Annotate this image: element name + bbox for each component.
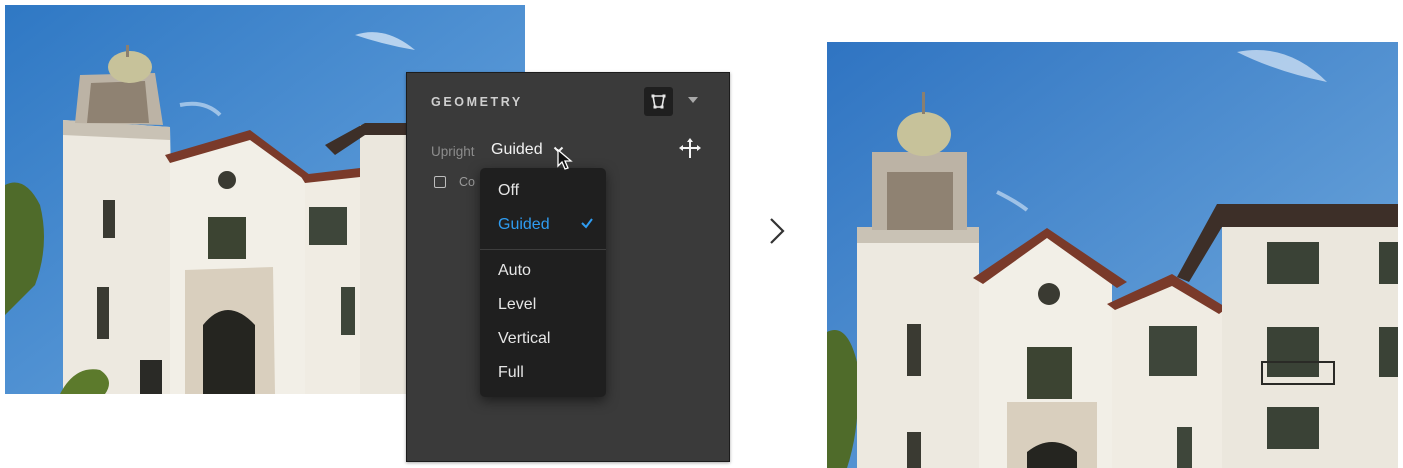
constrain-label: Co [459, 175, 475, 189]
caret-down-icon[interactable] [688, 97, 698, 103]
geometry-transform-icon [651, 94, 666, 109]
building-photo-after [827, 42, 1398, 468]
geometry-tool-button[interactable] [644, 87, 673, 116]
menu-item-auto[interactable]: Auto [498, 262, 531, 280]
chevron-right-icon [770, 218, 785, 244]
menu-item-guided[interactable]: Guided [498, 216, 550, 234]
photo-after [827, 42, 1398, 468]
geometry-panel: GEOMETRY Upright Guided Co Off Guided Au… [406, 72, 730, 462]
upright-dropdown-menu: Off Guided Auto Level Vertical Full [480, 168, 606, 397]
move-arrows-icon[interactable] [678, 137, 702, 161]
menu-item-level[interactable]: Level [498, 296, 536, 314]
menu-item-vertical[interactable]: Vertical [498, 330, 550, 348]
upright-label: Upright [431, 144, 475, 159]
menu-item-full[interactable]: Full [498, 364, 524, 382]
upright-select[interactable]: Guided [491, 141, 543, 159]
menu-item-off[interactable]: Off [498, 182, 519, 200]
constrain-checkbox[interactable] [434, 176, 446, 188]
menu-divider [480, 249, 606, 250]
panel-title: GEOMETRY [431, 95, 523, 109]
checkmark-icon [581, 218, 593, 229]
mouse-cursor-icon [557, 149, 573, 170]
